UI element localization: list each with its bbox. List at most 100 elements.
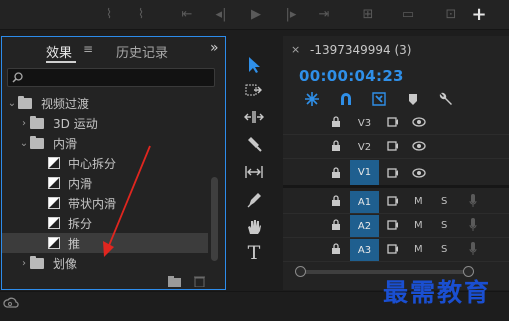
sync-lock-icon[interactable] [387, 117, 399, 127]
lock-icon[interactable] [331, 243, 341, 255]
track-a3[interactable]: A3 M S [283, 238, 509, 262]
tab-effects[interactable]: 效果 [46, 42, 72, 61]
track-v1[interactable]: V1 [283, 160, 509, 188]
camera-icon[interactable]: ▭ [397, 5, 419, 23]
eye-icon[interactable] [412, 141, 426, 151]
track-name[interactable]: A2 [350, 215, 379, 237]
lock-icon[interactable] [331, 116, 341, 128]
marker-in-icon[interactable]: ⌇ [98, 5, 120, 23]
timeline-panel: × -1397349994 (3) 00:00:04:23 V3 V2 V1 A… [283, 36, 509, 290]
playhead-timecode[interactable]: 00:00:04:23 [299, 67, 404, 85]
track-name[interactable]: A3 [350, 239, 379, 261]
go-to-in-icon[interactable]: ⇤ [176, 5, 198, 23]
tree-item-label: 划像 [53, 256, 78, 271]
microphone-icon[interactable] [469, 242, 477, 256]
mute-button[interactable]: M [414, 220, 423, 231]
lock-icon[interactable] [331, 195, 341, 207]
solo-button[interactable]: S [441, 244, 447, 255]
tree-item-center-split[interactable]: 中心拆分 [2, 153, 208, 173]
lock-icon[interactable] [331, 140, 341, 152]
track-name[interactable]: A1 [350, 191, 379, 213]
tree-item-iris[interactable]: › 划像 [2, 253, 208, 273]
tree-item-video-transitions[interactable]: ⌄ 视频过渡 [2, 93, 208, 113]
track-a1[interactable]: A1 M S [283, 190, 509, 214]
tree-item-band-slide[interactable]: 带状内滑 [2, 193, 208, 213]
snap-magnet-icon[interactable] [337, 91, 355, 107]
track-name[interactable]: V2 [350, 136, 379, 158]
eye-icon[interactable] [412, 117, 426, 127]
slip-tool-icon[interactable] [240, 161, 268, 183]
close-icon[interactable]: × [291, 43, 300, 56]
add-button-icon[interactable]: + [468, 4, 490, 25]
track-name[interactable]: V3 [350, 112, 379, 134]
hand-tool-icon[interactable] [240, 216, 268, 238]
step-back-icon[interactable]: ◂| [210, 5, 232, 23]
microphone-icon[interactable] [469, 194, 477, 208]
lock-icon[interactable] [331, 219, 341, 231]
folder-icon [30, 135, 44, 149]
razor-tool-icon[interactable] [240, 133, 268, 155]
track-a2[interactable]: A2 M S [283, 214, 509, 238]
mute-button[interactable]: M [414, 196, 423, 207]
lock-icon[interactable] [331, 167, 341, 179]
track-v3[interactable]: V3 [283, 111, 509, 135]
chevron-down-icon[interactable]: ⌄ [6, 98, 18, 109]
sync-lock-icon[interactable] [387, 244, 399, 254]
search-input[interactable] [7, 68, 215, 87]
play-icon[interactable]: ▶ [245, 5, 267, 23]
sync-lock-icon[interactable] [387, 196, 399, 206]
linked-selection-icon[interactable] [370, 91, 388, 107]
tab-menu-icon[interactable]: ≡ [83, 42, 93, 56]
track-v2[interactable]: V2 [283, 135, 509, 159]
sequence-title[interactable]: -1397349994 (3) [310, 43, 412, 57]
sync-lock-icon[interactable] [387, 220, 399, 230]
wrench-icon[interactable] [437, 91, 455, 107]
marker-out-icon[interactable]: ⌇ [130, 5, 152, 23]
transport-bar: ⌇ ⌇ ⇤ ◂| ▶ |▸ ⇥ ⊞ ▭ ⊡ + [0, 0, 509, 30]
eye-icon[interactable] [412, 168, 426, 178]
pen-tool-icon[interactable] [240, 189, 268, 211]
tools-panel: T [236, 46, 272, 276]
delete-icon[interactable] [194, 275, 205, 287]
settings-icon[interactable]: ⊡ [440, 5, 462, 23]
effects-panel: 效果 ≡ 历史记录 » ⌄ 视频过渡 › 3D 运动 ⌄ 内滑 中心拆分 内滑 … [1, 36, 226, 290]
new-bin-icon[interactable] [168, 276, 182, 287]
type-tool-icon[interactable]: T [240, 242, 268, 264]
overflow-icon[interactable]: » [210, 40, 219, 56]
export-frame-icon[interactable]: ⊞ [357, 5, 379, 23]
tree-item-split[interactable]: 拆分 [2, 213, 208, 233]
tree-item-label: 带状内滑 [68, 196, 117, 211]
tree-scrollbar[interactable] [211, 177, 218, 261]
transition-preset-icon [48, 157, 60, 169]
go-to-out-icon[interactable]: ⇥ [313, 5, 335, 23]
transition-preset-icon [48, 217, 60, 229]
folder-icon [30, 255, 44, 269]
tree-item-label: 拆分 [68, 216, 93, 231]
tree-item-slide[interactable]: ⌄ 内滑 [2, 133, 208, 153]
tree-item-3d-motion[interactable]: › 3D 运动 [2, 113, 208, 133]
track-select-tool-icon[interactable] [240, 80, 268, 102]
solo-button[interactable]: S [441, 220, 447, 231]
chevron-right-icon[interactable]: › [18, 118, 30, 129]
insert-nest-icon[interactable] [303, 91, 321, 107]
tree-item-label: 内滑 [68, 176, 93, 191]
mute-button[interactable]: M [414, 244, 423, 255]
tab-history[interactable]: 历史记录 [116, 42, 168, 61]
tree-item-slide-effect[interactable]: 内滑 [2, 173, 208, 193]
selection-tool-icon[interactable] [240, 54, 268, 76]
add-marker-icon[interactable] [404, 91, 422, 107]
sync-lock-icon[interactable] [387, 168, 399, 178]
creative-cloud-icon[interactable] [3, 296, 19, 310]
microphone-icon[interactable] [469, 218, 477, 232]
chevron-down-icon[interactable]: ⌄ [18, 138, 30, 149]
step-forward-icon[interactable]: |▸ [280, 5, 302, 23]
ripple-edit-tool-icon[interactable] [240, 106, 268, 128]
sync-lock-icon[interactable] [387, 141, 399, 151]
track-name[interactable]: V1 [350, 160, 379, 185]
tree-item-push[interactable]: 推 [2, 233, 208, 253]
solo-button[interactable]: S [441, 196, 447, 207]
chevron-right-icon[interactable]: › [18, 258, 30, 269]
scroll-start-handle[interactable] [295, 266, 306, 277]
search-icon [12, 72, 23, 83]
tree-item-label: 推 [68, 236, 81, 251]
